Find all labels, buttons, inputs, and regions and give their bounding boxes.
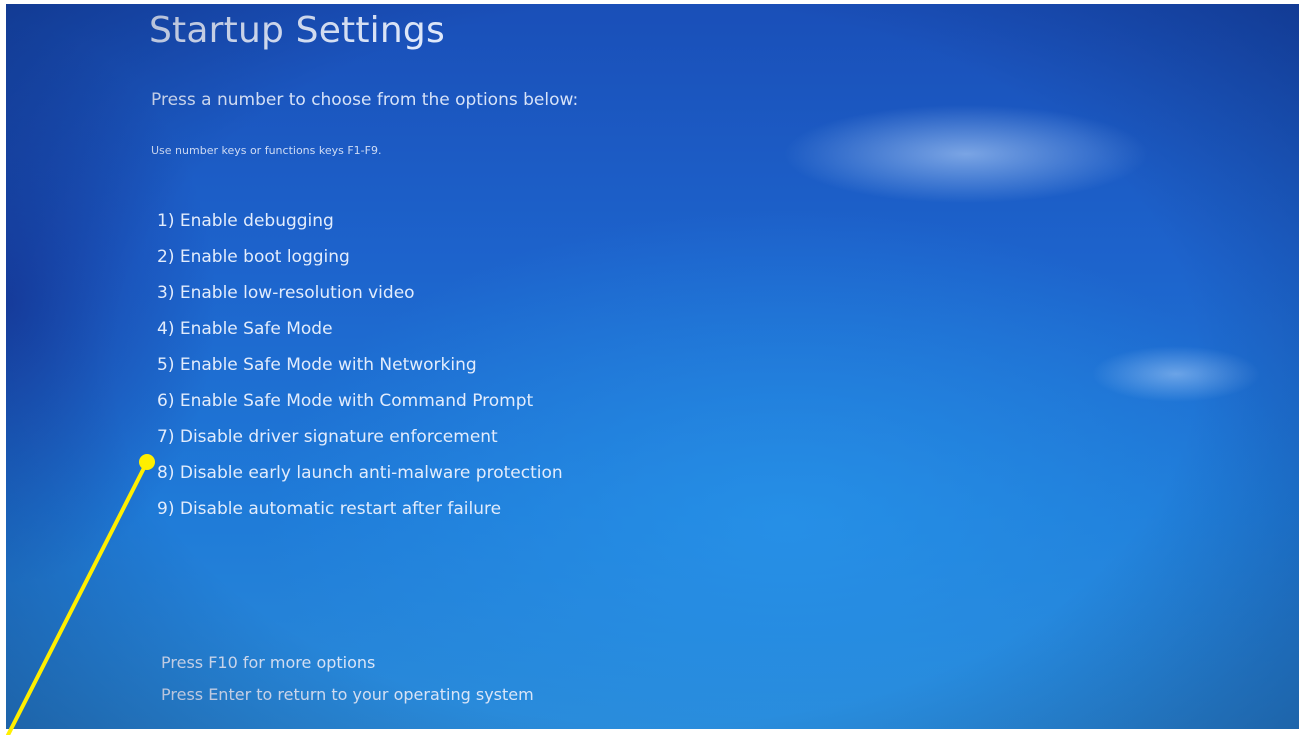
return-to-os-hint[interactable]: Press Enter to return to your operating … [161,679,534,711]
option-disable-early-launch-anti-malware[interactable]: 8) Disable early launch anti-malware pro… [157,455,563,491]
option-disable-automatic-restart[interactable]: 9) Disable automatic restart after failu… [157,491,563,527]
option-enable-safe-mode[interactable]: 4) Enable Safe Mode [157,311,563,347]
page-title: Startup Settings [149,10,445,51]
keys-hint-text: Use number keys or functions keys F1-F9. [151,144,382,157]
option-enable-low-resolution-video[interactable]: 3) Enable low-resolution video [157,275,563,311]
option-disable-driver-signature-enforcement[interactable]: 7) Disable driver signature enforcement [157,419,563,455]
option-enable-debugging[interactable]: 1) Enable debugging [157,203,563,239]
startup-settings-screen: Startup Settings Press a number to choos… [6,4,1299,729]
screenshot-frame: Startup Settings Press a number to choos… [0,0,1305,735]
more-options-hint[interactable]: Press F10 for more options [161,647,534,679]
startup-options-list: 1) Enable debugging 2) Enable boot loggi… [157,203,563,527]
footer-options: Press F10 for more options Press Enter t… [161,647,534,711]
option-enable-boot-logging[interactable]: 2) Enable boot logging [157,239,563,275]
instructions-text: Press a number to choose from the option… [151,90,579,110]
option-safe-mode-networking[interactable]: 5) Enable Safe Mode with Networking [157,347,563,383]
option-safe-mode-command-prompt[interactable]: 6) Enable Safe Mode with Command Prompt [157,383,563,419]
